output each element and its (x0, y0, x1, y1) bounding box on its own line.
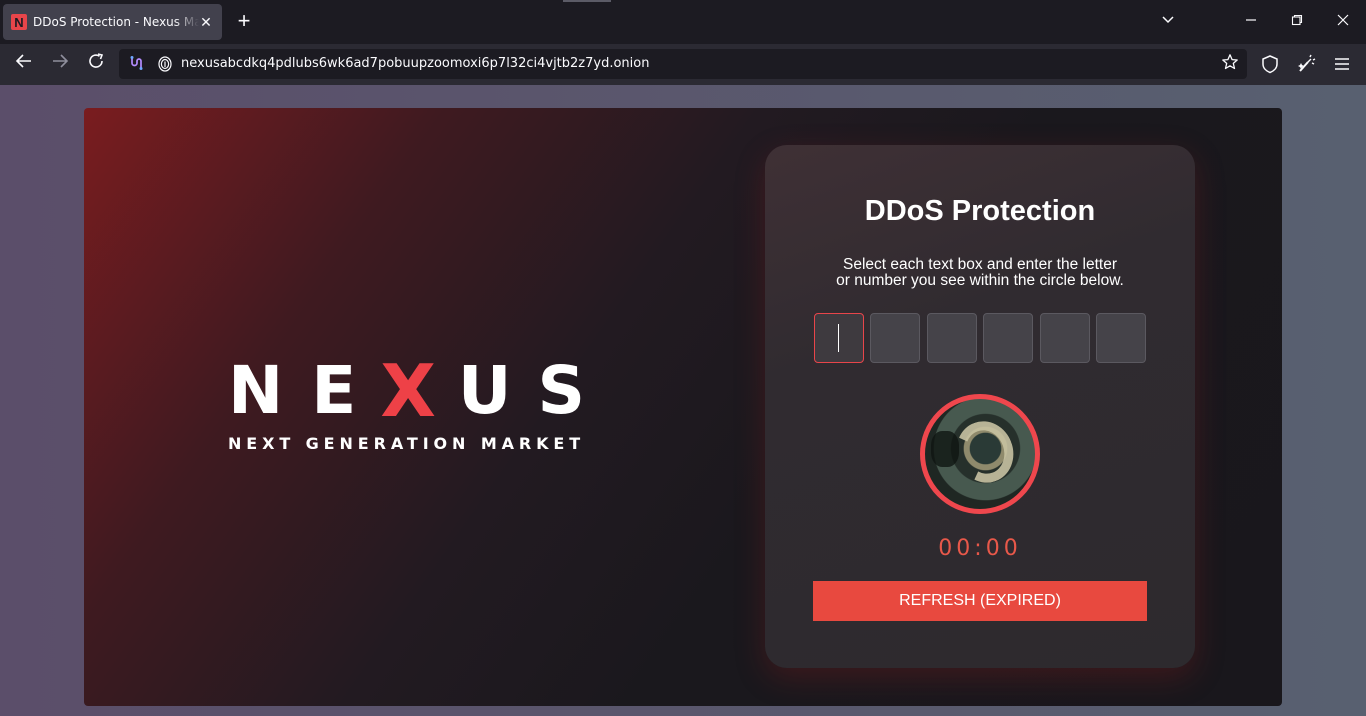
nexus-logo: N E X U S NEXT GENERATION MARKET (228, 352, 612, 453)
instruction-line-1: Select each text box and enter the lette… (842, 256, 1117, 273)
captcha-input-6[interactable] (1096, 313, 1146, 363)
captcha-input-4[interactable] (983, 313, 1033, 363)
page-background: N E X U S NEXT GENERATION MARKET DDoS Pr… (0, 85, 1366, 716)
card-title: DDoS Protection (864, 195, 1096, 227)
reload-icon[interactable] (84, 52, 108, 76)
captcha-noise (931, 431, 959, 467)
text-caret (838, 324, 839, 352)
logo-letter-e: E (311, 352, 357, 429)
minimize-icon[interactable] (1241, 12, 1261, 32)
captcha-input-2[interactable] (870, 313, 920, 363)
tab-strip: N DDoS Protection - Nexus Market ✕ + (0, 0, 1366, 44)
browser-tab[interactable]: N DDoS Protection - Nexus Market ✕ (3, 4, 222, 40)
star-icon[interactable] (1219, 53, 1241, 75)
captcha-glyph (948, 413, 1022, 491)
captcha-input-5[interactable] (1040, 313, 1090, 363)
refresh-button[interactable]: REFRESH (EXPIRED) (813, 581, 1147, 621)
fingerprint-icon[interactable] (156, 55, 174, 73)
url-text[interactable]: nexusabcdkq4pdlubs6wk6ad7pobuupzoomoxi6p… (181, 56, 649, 71)
restore-icon[interactable] (1287, 12, 1307, 32)
tab-scroll-indicator (563, 0, 611, 2)
logo-letter-u: U (457, 352, 512, 429)
url-bar[interactable]: nexusabcdkq4pdlubs6wk6ad7pobuupzoomoxi6p… (119, 49, 1247, 79)
back-icon[interactable] (12, 52, 36, 76)
countdown-timer: 00:00 (938, 536, 1022, 561)
logo-letter-s: S (537, 352, 585, 429)
shield-icon[interactable] (1259, 53, 1281, 75)
captcha-input-3[interactable] (927, 313, 977, 363)
hero-panel: N E X U S NEXT GENERATION MARKET DDoS Pr… (84, 108, 1282, 706)
close-icon[interactable] (1333, 12, 1353, 32)
captcha-circle-image (920, 394, 1040, 514)
new-identity-icon[interactable] (1295, 53, 1317, 75)
tab-title: DDoS Protection - Nexus Market (33, 15, 199, 29)
instruction-line-2: or number you see within the circle belo… (836, 272, 1124, 289)
onion-circuit-icon[interactable] (127, 55, 145, 73)
tab-close-icon[interactable]: ✕ (197, 13, 215, 31)
logo-tagline: NEXT GENERATION MARKET (228, 434, 586, 453)
logo-letter-n: N (228, 352, 284, 429)
nexus-favicon-icon: N (11, 14, 27, 30)
forward-icon[interactable] (48, 52, 72, 76)
logo-letter-x: X (380, 349, 436, 433)
chevron-down-icon[interactable] (1158, 12, 1178, 32)
logo-wordmark: N E X U S (228, 352, 612, 429)
navigation-toolbar: nexusabcdkq4pdlubs6wk6ad7pobuupzoomoxi6p… (0, 44, 1366, 85)
menu-icon[interactable] (1331, 53, 1353, 75)
captcha-instructions: Select each text box and enter the lette… (805, 257, 1155, 289)
captcha-card: DDoS Protection Select each text box and… (765, 145, 1195, 668)
new-tab-button[interactable]: + (233, 10, 255, 33)
captcha-input-1[interactable] (814, 313, 864, 363)
